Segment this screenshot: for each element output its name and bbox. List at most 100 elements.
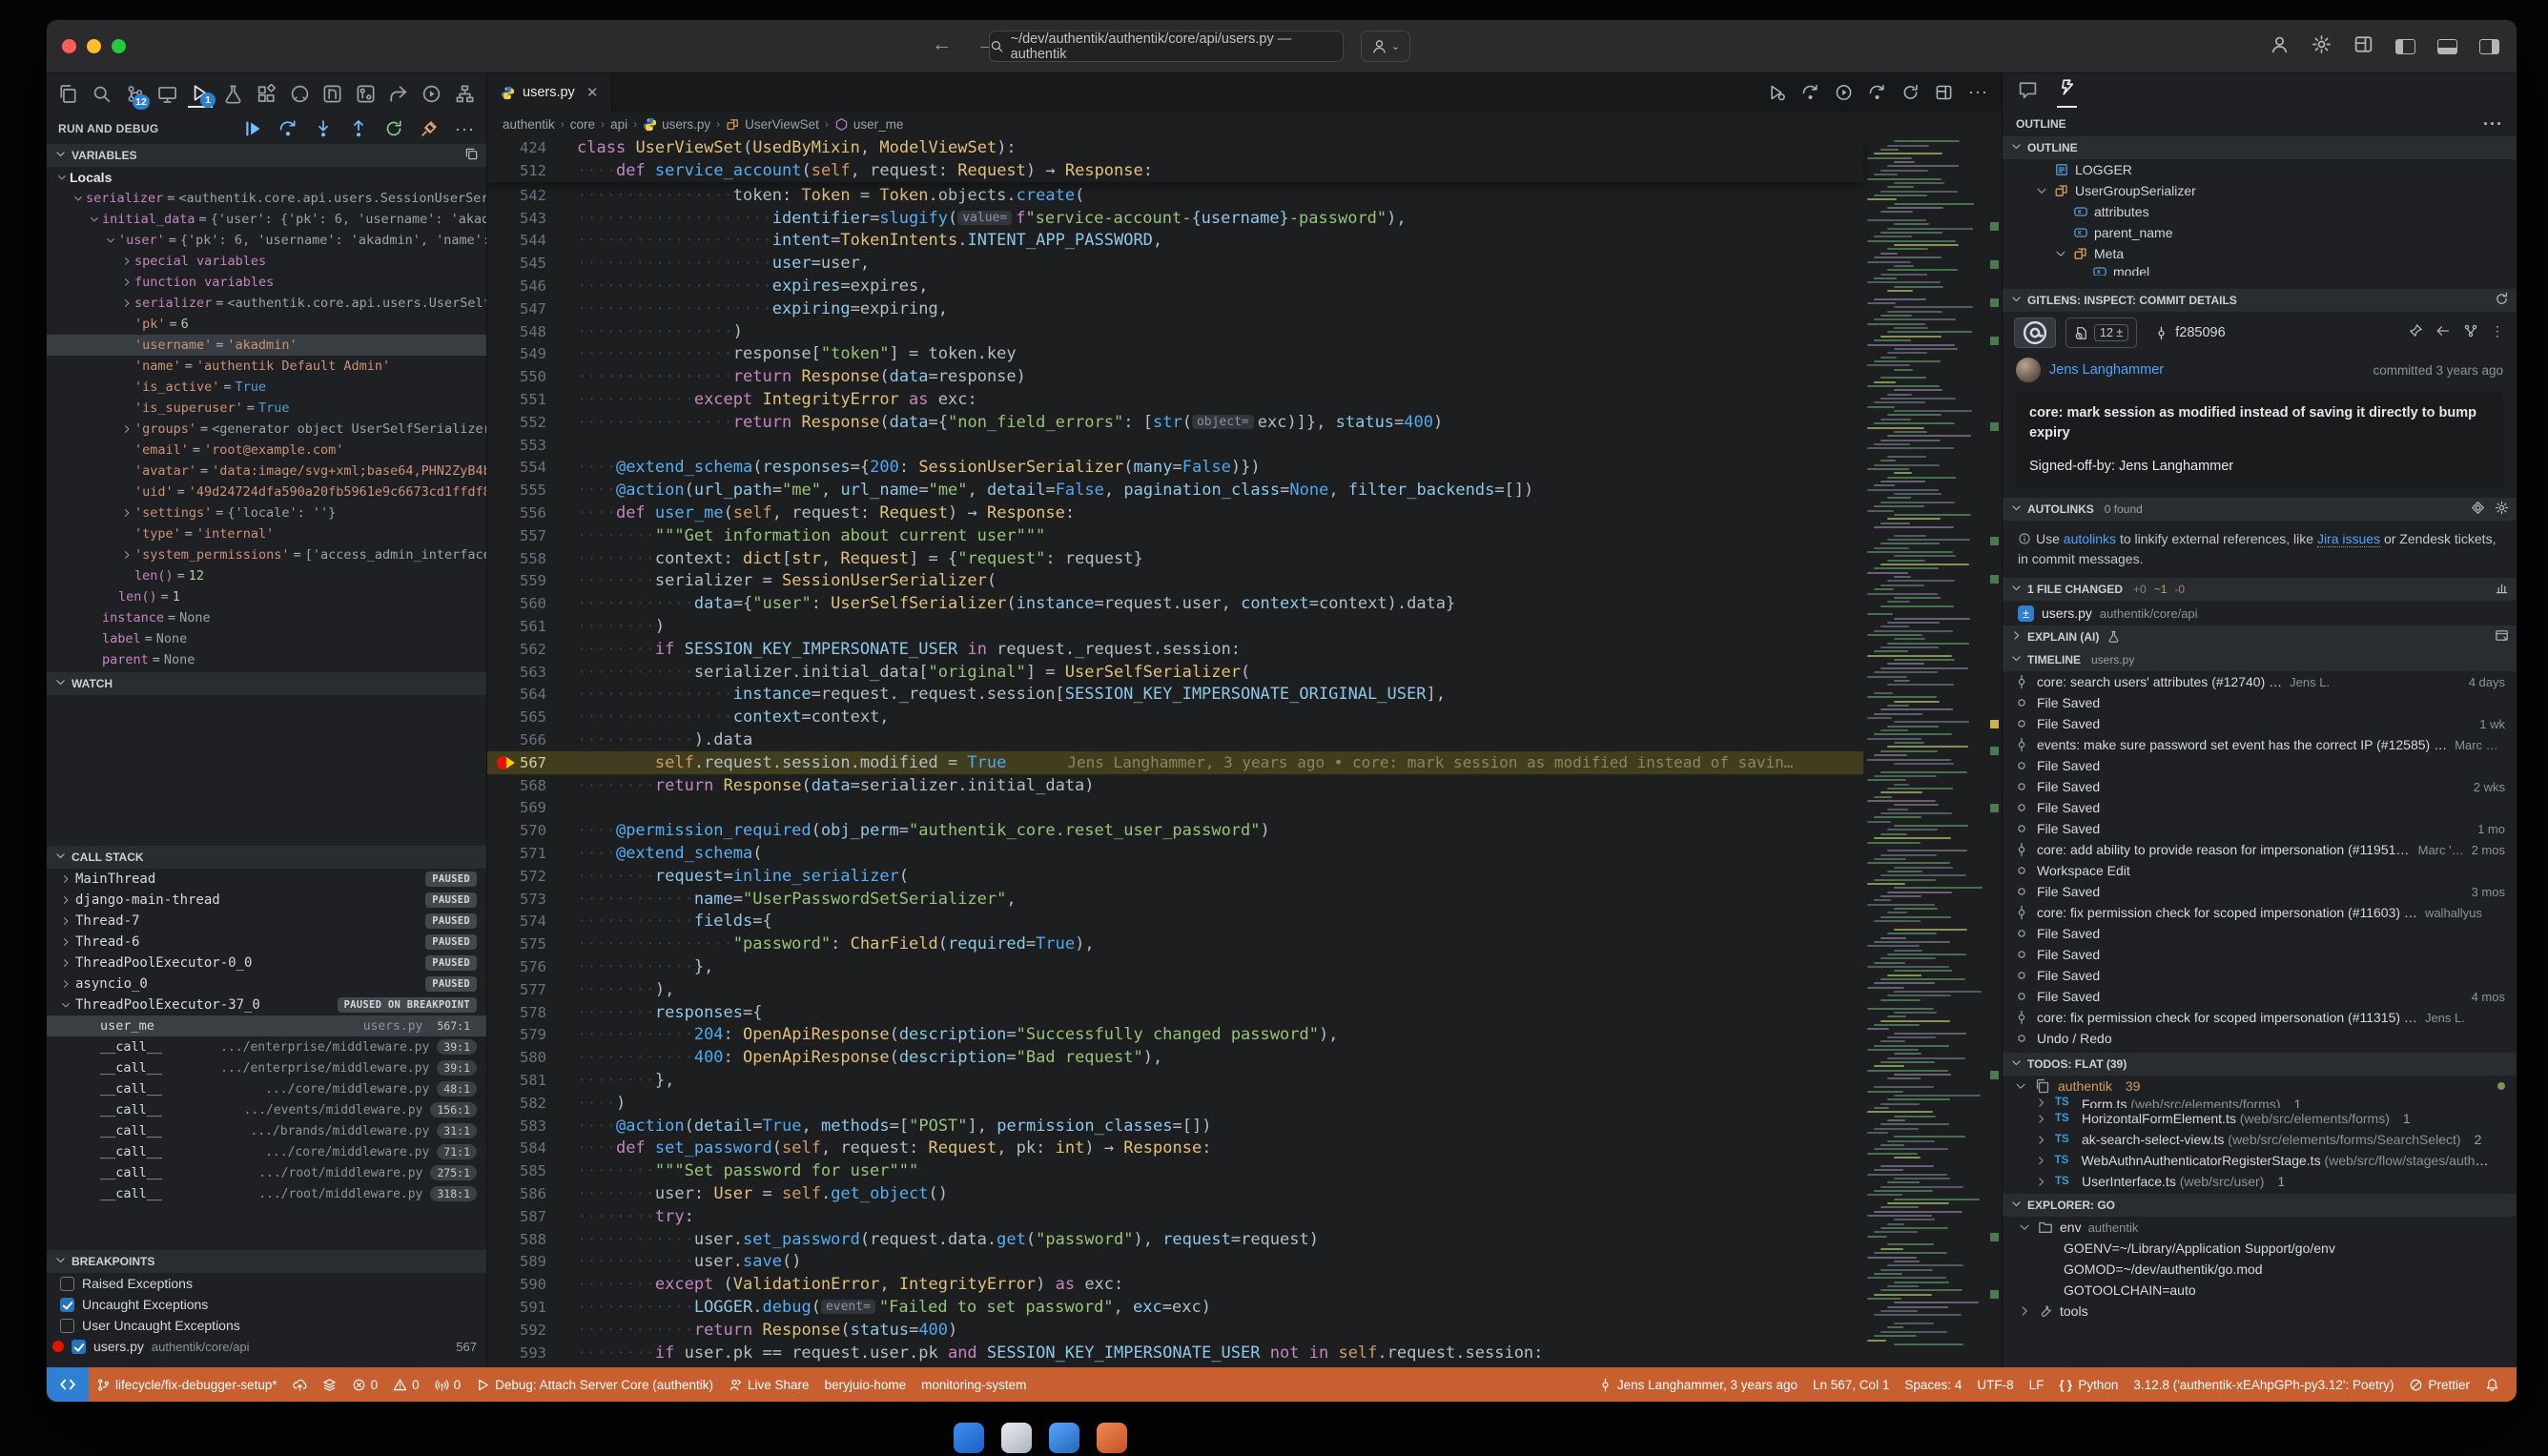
files-changed-section-header[interactable]: 1 FILE CHANGED +0~1-0 — [2003, 578, 2517, 601]
variable-row[interactable]: 'username'='akadmin' — [47, 335, 486, 356]
breadcrumb-item[interactable]: users.py — [643, 117, 710, 132]
replay-icon[interactable] — [1835, 83, 1853, 101]
code-line-549[interactable]: 549················response["token"] = t… — [487, 343, 1863, 366]
tab-users-py[interactable]: users.py ✕ — [487, 73, 612, 112]
callstack-frame[interactable]: __call__.../brands/middleware.py31:1 — [47, 1120, 486, 1141]
code-line-586[interactable]: 586········user: User = self.get_object(… — [487, 1182, 1863, 1205]
account-dropdown[interactable]: ⌄ — [1361, 31, 1410, 62]
hierarchy-icon[interactable] — [452, 79, 477, 108]
replay-forward-icon[interactable] — [1868, 83, 1886, 101]
breakpoint-row[interactable]: Uncaught Exceptions — [47, 1294, 486, 1315]
go-env-var[interactable]: GOTOOLCHAIN=auto — [2003, 1280, 2517, 1301]
variable-row[interactable]: function variables — [47, 272, 486, 293]
timeline-item[interactable]: File Saved — [2003, 797, 2517, 818]
close-tab-icon[interactable]: ✕ — [586, 84, 599, 101]
variable-row[interactable]: initial_data={'user': {'pk': 6, 'usernam… — [47, 209, 486, 230]
variable-row[interactable]: 'uid'='49d24724dfa590a20fb5961e9c6673cd1… — [47, 482, 486, 502]
code-line-576[interactable]: 576············}, — [487, 955, 1863, 978]
step-over-button[interactable] — [278, 119, 298, 138]
commit-search-tab[interactable] — [2014, 318, 2056, 348]
command-center-search[interactable]: ~/dev/authentik/authentik/core/api/users… — [989, 31, 1344, 62]
checkbox[interactable] — [60, 1319, 74, 1333]
ports-status[interactable]: 0 — [427, 1378, 469, 1392]
notifications-bell[interactable] — [2477, 1378, 2507, 1392]
variable-row[interactable]: Locals — [47, 167, 486, 188]
debug-session-status[interactable]: Debug: Attach Server Core (authentik) — [468, 1378, 721, 1392]
run-python-file-button[interactable] — [1768, 83, 1786, 101]
sync-status[interactable] — [315, 1378, 344, 1392]
timeline-item[interactable]: core: add ability to provide reason for … — [2003, 839, 2517, 860]
changed-file-row[interactable]: ± users.py authentik/core/api — [2003, 601, 2517, 625]
code-line-567[interactable]: 567········self.request.session.modified… — [487, 751, 1863, 774]
code-line-585[interactable]: 585········"""Set password for user""" — [487, 1159, 1863, 1182]
variable-row[interactable]: 'system_permissions'=['access_admin_inte… — [47, 544, 486, 565]
explain-ai-section-header[interactable]: EXPLAIN (AI) — [2003, 625, 2517, 648]
code-line-571[interactable]: 571····@extend_schema( — [487, 842, 1863, 865]
code-line-565[interactable]: 565················context=context, — [487, 706, 1863, 728]
callstack-frame[interactable]: __call__.../enterprise/middleware.py39:1 — [47, 1036, 486, 1057]
variable-row[interactable]: 'type'='internal' — [47, 523, 486, 544]
callstack-thread[interactable]: Thread-6PAUSED — [47, 932, 486, 953]
autolinks-icon[interactable] — [2471, 501, 2485, 518]
timeline-item[interactable]: Workspace Edit — [2003, 860, 2517, 881]
todo-file-row[interactable]: TSForm.ts (web/src/elements/forms)1 — [2003, 1097, 2517, 1108]
code-line-574[interactable]: 574············fields={ — [487, 911, 1863, 933]
code-line-561[interactable]: 561········) — [487, 615, 1863, 638]
variable-row[interactable]: special variables — [47, 251, 486, 272]
toggle-primary-sidebar-icon[interactable] — [2395, 39, 2415, 54]
code-line-592[interactable]: 592············return Response(status=40… — [487, 1319, 1863, 1342]
outline-item[interactable]: Meta — [2003, 243, 2517, 264]
code-line-560[interactable]: 560············data={"user": UserSelfSer… — [487, 592, 1863, 615]
go-env-var[interactable]: GOMOD=~/dev/authentik/go.mod — [2003, 1259, 2517, 1280]
code-line-575[interactable]: 575················"password": CharField… — [487, 933, 1863, 955]
workspace-status[interactable]: monitoring-system — [914, 1378, 1034, 1392]
variable-row[interactable]: 'settings'={'locale': ''} — [47, 502, 486, 523]
code-line-572[interactable]: 572········request=inline_serializer( — [487, 865, 1863, 888]
sticky-line[interactable]: 512····def service_account(self, request… — [487, 159, 1863, 182]
go-env-var[interactable]: GOENV=~/Library/Application Support/go/e… — [2003, 1238, 2517, 1259]
remote-explorer-icon[interactable] — [155, 79, 180, 108]
close-window-button[interactable] — [62, 39, 76, 53]
split-editor-icon[interactable] — [1935, 83, 1953, 101]
cursor-position[interactable]: Ln 567, Col 1 — [1805, 1378, 1897, 1392]
gitlens-inspect-tab-icon[interactable] — [2018, 80, 2038, 105]
timeline-item[interactable]: events: make sure password set event has… — [2003, 734, 2517, 755]
breadcrumb-item[interactable]: core — [570, 117, 595, 132]
minimap[interactable] — [1863, 136, 1988, 1367]
code-line-569[interactable]: 569 — [487, 797, 1863, 820]
replay-back-icon[interactable] — [1801, 83, 1819, 101]
callstack-frame[interactable]: __call__.../events/middleware.py156:1 — [47, 1099, 486, 1120]
encoding-status[interactable]: UTF-8 — [1969, 1378, 2021, 1392]
outline-section-header[interactable]: OUTLINE — [2003, 136, 2517, 159]
code-line-580[interactable]: 580············400: OpenApiResponse(desc… — [487, 1046, 1863, 1069]
code-line-545[interactable]: 545····················user=user, — [487, 252, 1863, 275]
variable-row[interactable]: serializer=<authentik.core.api.users.Use… — [47, 293, 486, 314]
more-actions-icon[interactable]: ··· — [2483, 114, 2503, 134]
variable-row[interactable]: len()=1 — [47, 586, 486, 607]
timeline-item[interactable]: File Saved4 mos — [2003, 986, 2517, 1007]
timeline-item[interactable]: File Saved — [2003, 755, 2517, 776]
code-line-548[interactable]: 548················) — [487, 320, 1863, 343]
timeline-item[interactable]: File Saved — [2003, 944, 2517, 965]
timeline-item[interactable]: File Saved1 mo — [2003, 818, 2517, 839]
breakpoints-section-header[interactable]: BREAKPOINTS — [47, 1250, 486, 1273]
variable-row[interactable]: 'name'='authentik Default Admin' — [47, 356, 486, 377]
code-line-578[interactable]: 578········responses={ — [487, 1001, 1863, 1024]
indentation-status[interactable]: Spaces: 4 — [1897, 1378, 1969, 1392]
dock-app-icon[interactable] — [1049, 1423, 1079, 1453]
code-line-588[interactable]: 588············user.set_password(request… — [487, 1228, 1863, 1251]
code-line-543[interactable]: 543····················identifier=slugif… — [487, 207, 1863, 230]
kebab-icon[interactable]: ⋮ — [2491, 323, 2505, 343]
todo-project-row[interactable]: authentik39 — [2003, 1076, 2517, 1097]
history-back-button[interactable]: ← — [932, 33, 952, 56]
timeline-item[interactable]: core: fix permission check for scoped im… — [2003, 1007, 2517, 1028]
watch-section-header[interactable]: WATCH — [47, 672, 486, 695]
settings-gear-icon[interactable] — [2312, 34, 2332, 59]
disconnect-button[interactable] — [420, 119, 439, 138]
callstack-thread[interactable]: ThreadPoolExecutor-37_0PAUSED ON BREAKPO… — [47, 995, 486, 1015]
variable-row[interactable]: serializer=<authentik.core.api.users.Ses… — [47, 188, 486, 209]
code-area[interactable]: 424class UserViewSet(UsedByMixin, ModelV… — [487, 136, 2002, 1367]
todos-section-header[interactable]: TODOS: FLAT (39) — [2003, 1053, 2517, 1076]
code-line-568[interactable]: 568········return Response(data=serializ… — [487, 774, 1863, 797]
code-line-556[interactable]: 556····def user_me(self, request: Reques… — [487, 502, 1863, 524]
